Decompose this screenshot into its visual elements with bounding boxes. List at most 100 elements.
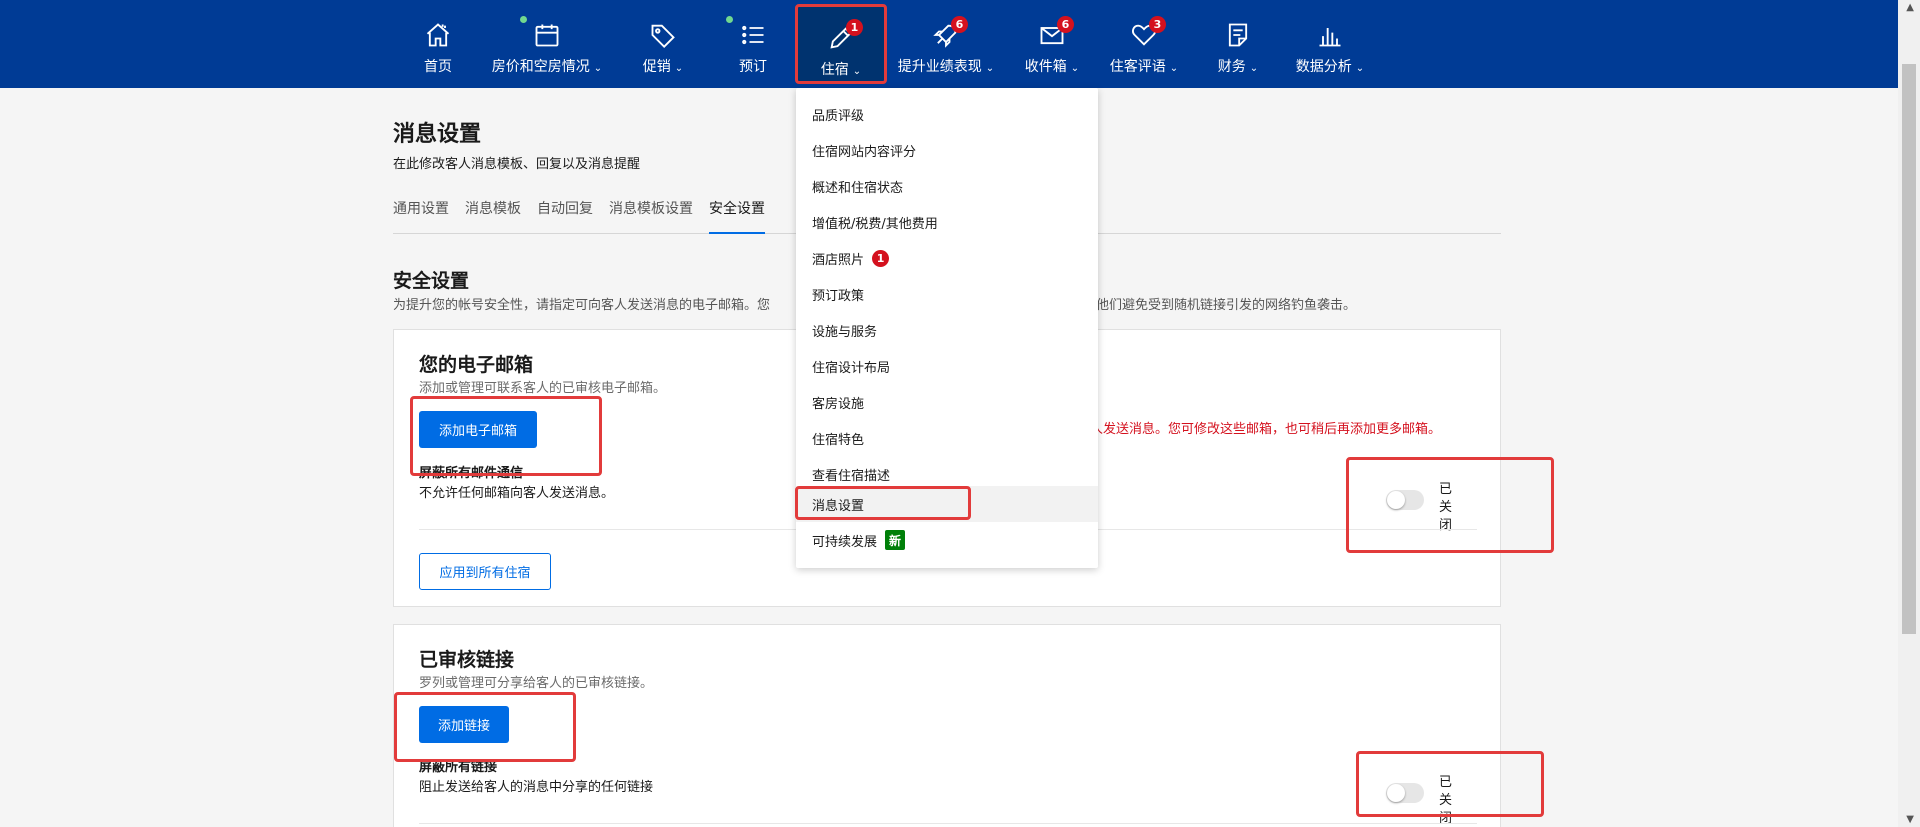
menu-item-sustainability[interactable]: 可持续发展新 <box>796 522 1098 558</box>
page-subtitle: 在此修改客人消息模板、回复以及消息提醒 <box>393 157 641 172</box>
nav-label: 住宿 <box>820 62 849 78</box>
toggle-status-label: 已关闭 <box>1439 775 1453 826</box>
section-description-start: 为提升您的帐号安全性，请指定可向客人发送消息的电子邮箱。您 <box>393 298 771 313</box>
nav-inbox[interactable]: 6 收件箱 ⌄ <box>1024 0 1080 88</box>
nav-property[interactable]: 1 住宿 ⌄ <box>795 4 887 84</box>
tab-templates[interactable]: 消息模板 <box>465 196 521 234</box>
chevron-down-icon: ⌄ <box>674 63 684 74</box>
menu-item-label: 设施与服务 <box>812 324 878 340</box>
nav-guest-reviews[interactable]: 3 住客评语 ⌄ <box>1108 0 1180 88</box>
chevron-down-icon: ⌄ <box>1249 63 1259 74</box>
toggle-knob <box>1387 784 1405 802</box>
menu-item-content-score[interactable]: 住宿网站内容评分 <box>796 132 1098 168</box>
page-title: 消息设置 <box>393 122 482 147</box>
section-description-end: 帮助他们避免受到随机链接引发的网络钓鱼袭击。 <box>1070 298 1357 313</box>
menu-item-label: 住宿特色 <box>812 432 865 448</box>
chevron-down-icon: ⌄ <box>1355 63 1365 74</box>
envelope-icon: 6 <box>1037 16 1074 50</box>
block-links-title: 屏蔽所有链接 <box>419 760 498 775</box>
property-dropdown-menu: 品质评级 住宿网站内容评分 概述和住宿状态 增值税/税费/其他费用 酒店照片 1 … <box>796 88 1098 568</box>
tab-general[interactable]: 通用设置 <box>393 196 449 234</box>
notification-badge: 1 <box>846 19 863 36</box>
scroll-up-icon[interactable]: ▲ <box>1906 2 1914 13</box>
menu-item-label: 酒店照片 <box>812 252 865 268</box>
notification-badge: 6 <box>951 16 968 33</box>
menu-item-label: 客房设施 <box>812 396 865 412</box>
menu-item-label: 住宿设计布局 <box>812 360 891 376</box>
rocket-icon: 6 <box>931 16 968 50</box>
menu-item-booking-policies[interactable]: 预订政策 <box>796 276 1098 312</box>
toggle-status-label: 已关闭 <box>1439 482 1453 533</box>
add-link-button[interactable]: 添加链接 <box>419 706 509 743</box>
bar-chart-icon <box>1315 20 1345 50</box>
nav-label: 提升业绩表现 <box>897 59 982 75</box>
nav-rates-availability[interactable]: 房价和空房情况 ⌄ <box>491 0 603 88</box>
menu-item-label: 可持续发展 <box>812 534 878 550</box>
vertical-scrollbar[interactable]: ▲ ▼ <box>1898 0 1920 827</box>
menu-item-facilities-services[interactable]: 设施与服务 <box>796 312 1098 348</box>
document-icon <box>1223 20 1253 50</box>
tab-security[interactable]: 安全设置 <box>709 196 765 234</box>
nav-label: 首页 <box>424 59 452 75</box>
heart-icon: 3 <box>1129 16 1166 50</box>
nav-promotions[interactable]: 促销 ⌄ <box>638 0 688 88</box>
menu-item-label: 住宿网站内容评分 <box>812 144 917 160</box>
menu-item-label: 概述和住宿状态 <box>812 180 904 196</box>
menu-item-label: 消息设置 <box>812 498 865 514</box>
top-navigation-bar: 首页 房价和空房情况 ⌄ 促销 ⌄ 预订 1 住宿 ⌄ 6 提升业绩表现 ⌄ 6… <box>0 0 1920 88</box>
nav-finance[interactable]: 财务 ⌄ <box>1214 0 1262 88</box>
card-description: 罗列或管理可分享给客人的已审核链接。 <box>419 676 654 691</box>
menu-item-label: 预订政策 <box>812 288 865 304</box>
nav-label: 收件箱 <box>1024 59 1067 75</box>
chevron-down-icon: ⌄ <box>593 63 603 74</box>
menu-item-message-settings[interactable]: 消息设置 <box>796 486 1098 522</box>
status-dot <box>726 16 733 23</box>
nav-performance[interactable]: 6 提升业绩表现 ⌄ <box>896 0 996 88</box>
block-email-description: 不允许任何邮箱向客人发送消息。 <box>419 486 615 501</box>
nav-home[interactable]: 首页 <box>418 0 458 88</box>
chevron-down-icon: ⌄ <box>1169 63 1179 74</box>
new-tag: 新 <box>885 530 906 550</box>
nav-label: 预订 <box>739 59 767 75</box>
menu-item-label: 增值税/税费/其他费用 <box>812 216 938 232</box>
home-icon <box>423 20 453 50</box>
status-dot <box>520 16 527 23</box>
tab-template-settings[interactable]: 消息模板设置 <box>609 196 693 234</box>
notification-badge: 1 <box>872 249 890 267</box>
menu-item-property-layout[interactable]: 住宿设计布局 <box>796 348 1098 384</box>
add-email-button[interactable]: 添加电子邮箱 <box>419 411 537 448</box>
list-icon <box>726 16 768 50</box>
block-links-description: 阻止发送给客人的消息中分享的任何链接 <box>419 780 654 795</box>
nav-analytics[interactable]: 数据分析 ⌄ <box>1294 0 1366 88</box>
divider <box>419 823 1477 824</box>
notification-badge: 6 <box>1057 16 1074 33</box>
chevron-down-icon: ⌄ <box>852 66 862 77</box>
menu-item-label: 品质评级 <box>812 108 865 124</box>
nav-label: 促销 <box>642 59 671 75</box>
menu-item-room-amenities[interactable]: 客房设施 <box>796 384 1098 420</box>
chevron-down-icon: ⌄ <box>1070 63 1080 74</box>
nav-reservations[interactable]: 预订 <box>726 0 771 88</box>
card-title: 您的电子邮箱 <box>419 354 534 376</box>
block-email-toggle[interactable] <box>1386 490 1424 510</box>
links-card: 已审核链接 罗列或管理可分享给客人的已审核链接。 添加链接 屏蔽所有链接 阻止发… <box>393 624 1501 827</box>
chevron-down-icon: ⌄ <box>985 63 995 74</box>
nav-label: 数据分析 <box>1295 59 1352 75</box>
tab-auto-reply[interactable]: 自动回复 <box>537 196 593 234</box>
menu-item-label: 查看住宿描述 <box>812 468 891 484</box>
menu-item-property-highlights[interactable]: 住宿特色 <box>796 420 1098 456</box>
menu-item-quality-rating[interactable]: 品质评级 <box>796 96 1098 132</box>
notification-badge: 3 <box>1149 16 1166 33</box>
menu-item-vat-taxes-fees[interactable]: 增值税/税费/其他费用 <box>796 204 1098 240</box>
menu-item-overview-status[interactable]: 概述和住宿状态 <box>796 168 1098 204</box>
card-title: 已审核链接 <box>419 649 515 671</box>
apply-to-all-properties-button[interactable]: 应用到所有住宿 <box>419 553 551 590</box>
nav-label: 房价和空房情况 <box>491 59 590 75</box>
pencil-icon: 1 <box>826 19 863 53</box>
tag-icon <box>648 20 678 50</box>
scroll-down-icon[interactable]: ▼ <box>1906 814 1914 825</box>
block-email-title: 屏蔽所有邮件通信 <box>419 466 524 481</box>
menu-item-hotel-photos[interactable]: 酒店照片 1 <box>796 240 1098 276</box>
block-links-toggle[interactable] <box>1386 783 1424 803</box>
scrollbar-thumb[interactable] <box>1902 64 1916 634</box>
